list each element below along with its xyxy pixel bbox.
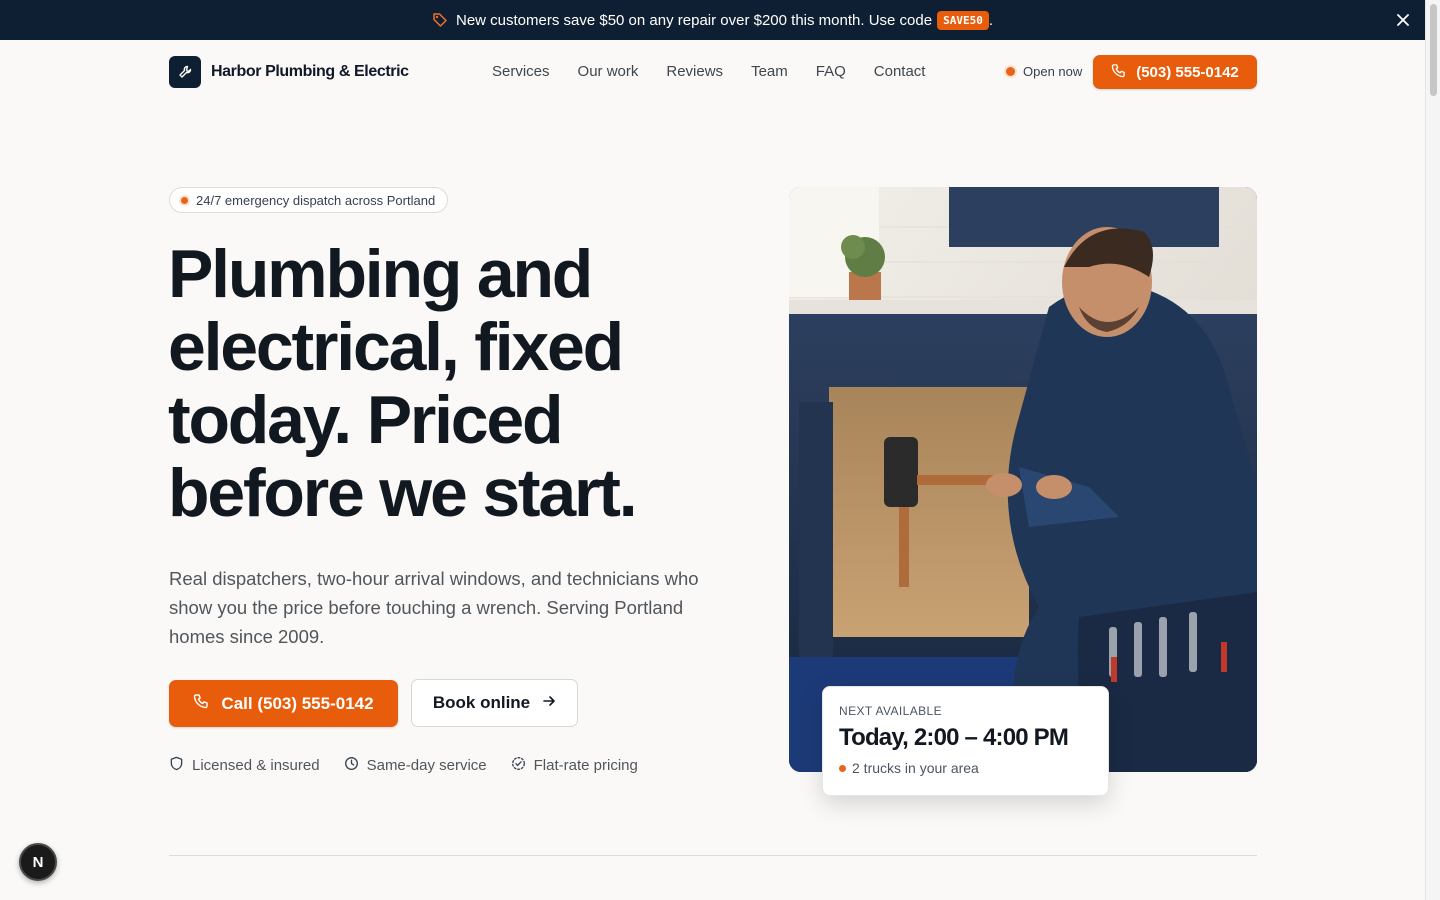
nav-item-services[interactable]: Services <box>492 63 550 80</box>
promo-period: . <box>988 11 993 29</box>
feature-same-day-label: Same-day service <box>366 757 487 774</box>
phone-icon <box>1111 63 1126 82</box>
dev-tools-badge[interactable]: N <box>19 843 57 881</box>
scrollbar-thumb[interactable] <box>1430 4 1437 96</box>
section-divider <box>169 855 1257 856</box>
emergency-badge-label: 24/7 emergency dispatch across Portland <box>196 192 436 208</box>
open-status-label: Open now <box>1023 64 1083 79</box>
check-badge-icon <box>511 756 526 775</box>
feature-licensed-label: Licensed & insured <box>192 757 320 774</box>
feature-same-day: Same-day service <box>344 756 487 775</box>
nav-item-reviews[interactable]: Reviews <box>666 63 723 80</box>
close-icon[interactable] <box>1395 12 1411 28</box>
nav-item-our-work[interactable]: Our work <box>578 63 639 80</box>
nav-item-faq[interactable]: FAQ <box>816 63 846 80</box>
header-call-button[interactable]: (503) 555-0142 <box>1093 55 1257 89</box>
promo-text: New customers save $50 on any repair ove… <box>455 11 933 29</box>
hero-subtext: Real dispatchers, two-hour arrival windo… <box>169 568 699 647</box>
brand-name[interactable]: Harbor Plumbing & Electric <box>211 63 409 81</box>
hero-headline: Plumbing and electrical, fixed today. Pr… <box>168 236 638 531</box>
availability-time: Today, 2:00 – 4:00 PM <box>839 724 1069 751</box>
open-status: Open now <box>1006 64 1082 79</box>
promo-banner: New customers save $50 on any repair ove… <box>0 0 1425 40</box>
arrow-right-icon <box>542 693 556 713</box>
feature-licensed: Licensed & insured <box>169 756 320 775</box>
call-button[interactable]: Call (503) 555-0142 <box>169 680 398 727</box>
nav-item-team[interactable]: Team <box>751 63 788 80</box>
main-nav: Services Our work Reviews Team FAQ Conta… <box>492 63 925 80</box>
badge-dot <box>181 196 188 204</box>
page-scrollbar[interactable] <box>1425 0 1440 900</box>
availability-trucks: 2 trucks in your area <box>839 760 1092 776</box>
shield-icon <box>169 756 184 775</box>
wrench-icon[interactable] <box>169 56 201 88</box>
header-call-label: (503) 555-0142 <box>1136 63 1239 81</box>
technician-photo <box>789 187 1257 772</box>
book-online-label: Book online <box>432 693 531 712</box>
availability-card: NEXT AVAILABLE Today, 2:00 – 4:00 PM 2 t… <box>822 686 1109 796</box>
site-header: Harbor Plumbing & Electric Services Our … <box>169 55 1257 89</box>
nav-item-contact[interactable]: Contact <box>874 63 926 80</box>
status-dot <box>1006 67 1015 76</box>
book-online-button[interactable]: Book online <box>411 679 578 727</box>
feature-flat-rate: Flat-rate pricing <box>511 756 638 775</box>
clock-icon <box>344 756 359 775</box>
call-button-label: Call (503) 555-0142 <box>221 693 374 713</box>
feature-list: Licensed & insured Same-day service Flat… <box>169 756 638 775</box>
feature-flat-rate-label: Flat-rate pricing <box>533 757 638 774</box>
emergency-badge: 24/7 emergency dispatch across Portland <box>169 187 449 213</box>
availability-trucks-label: 2 trucks in your area <box>852 760 979 776</box>
availability-label: NEXT AVAILABLE <box>839 704 942 718</box>
trucks-dot <box>839 764 846 772</box>
phone-icon <box>193 693 209 714</box>
promo-code: SAVE50 <box>937 10 989 30</box>
tag-icon <box>432 12 448 28</box>
